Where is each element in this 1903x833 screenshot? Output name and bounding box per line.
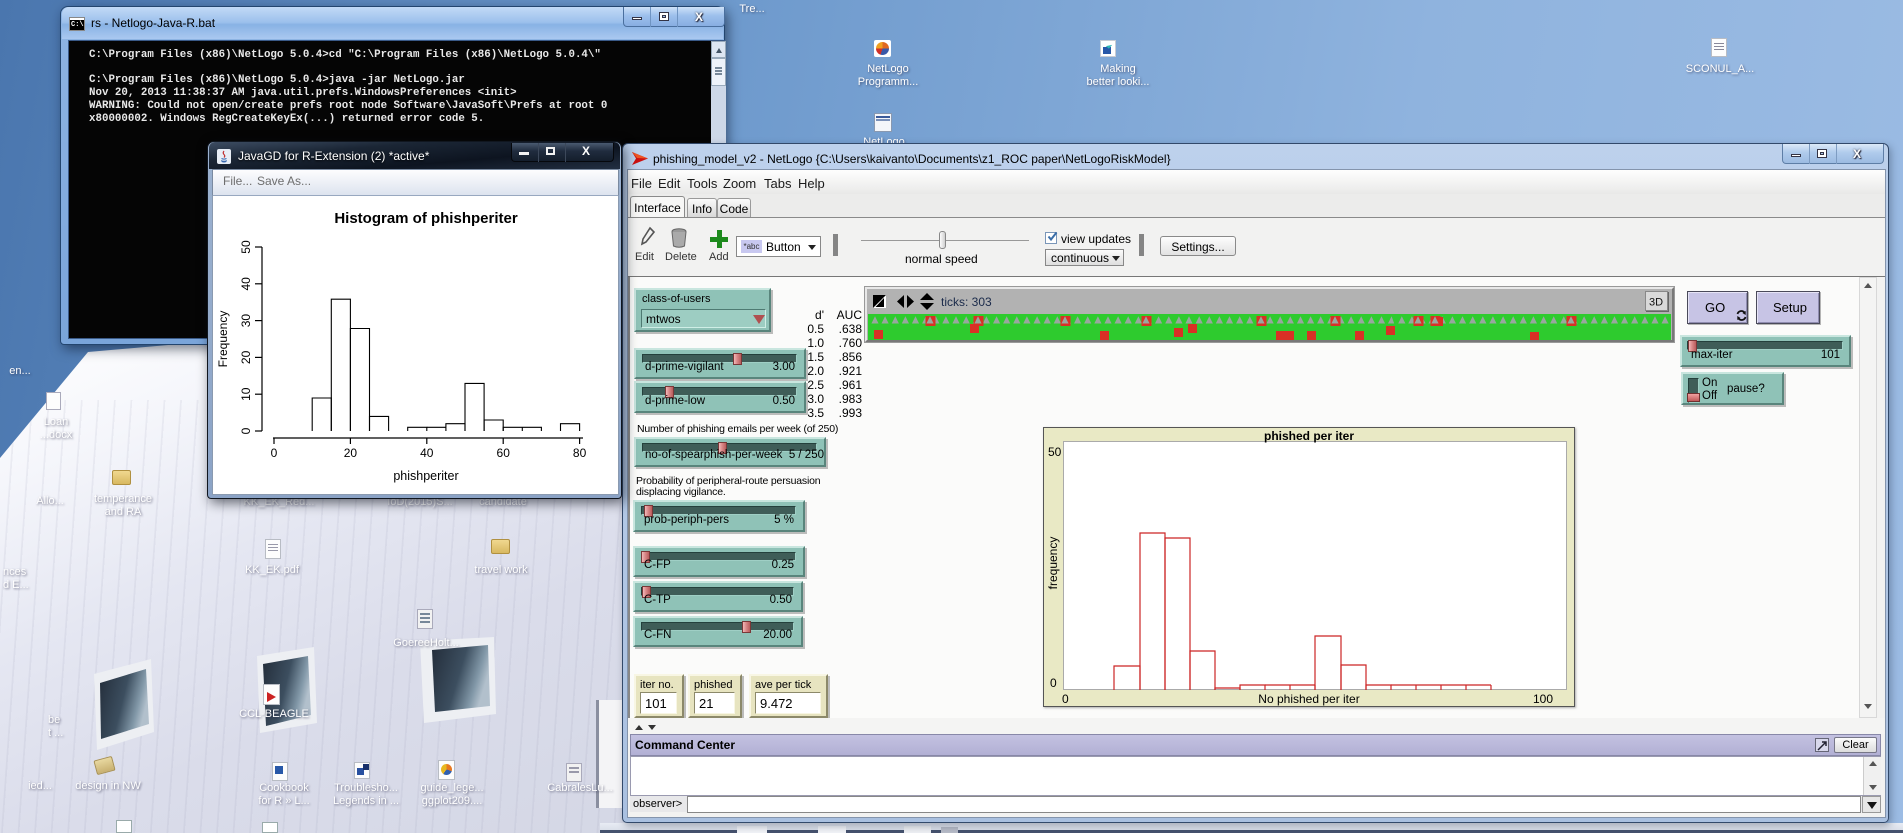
svg-text:30: 30	[239, 314, 253, 328]
svg-text:0: 0	[271, 446, 278, 460]
svg-text:Frequency: Frequency	[216, 311, 230, 368]
svg-text:phishperiter: phishperiter	[393, 469, 458, 483]
svg-text:80: 80	[573, 446, 587, 460]
svg-text:10: 10	[239, 387, 253, 401]
svg-text:40: 40	[420, 446, 434, 460]
svg-text:50: 50	[239, 240, 253, 254]
svg-text:Histogram of phishperiter: Histogram of phishperiter	[334, 210, 518, 227]
svg-text:0: 0	[239, 427, 253, 434]
svg-text:20: 20	[344, 446, 358, 460]
svg-text:20: 20	[239, 350, 253, 364]
svg-text:3D: 3D	[1649, 297, 1663, 309]
svg-text:ticks: 303: ticks: 303	[941, 295, 992, 309]
svg-text:60: 60	[497, 446, 511, 460]
svg-text:40: 40	[239, 277, 253, 291]
